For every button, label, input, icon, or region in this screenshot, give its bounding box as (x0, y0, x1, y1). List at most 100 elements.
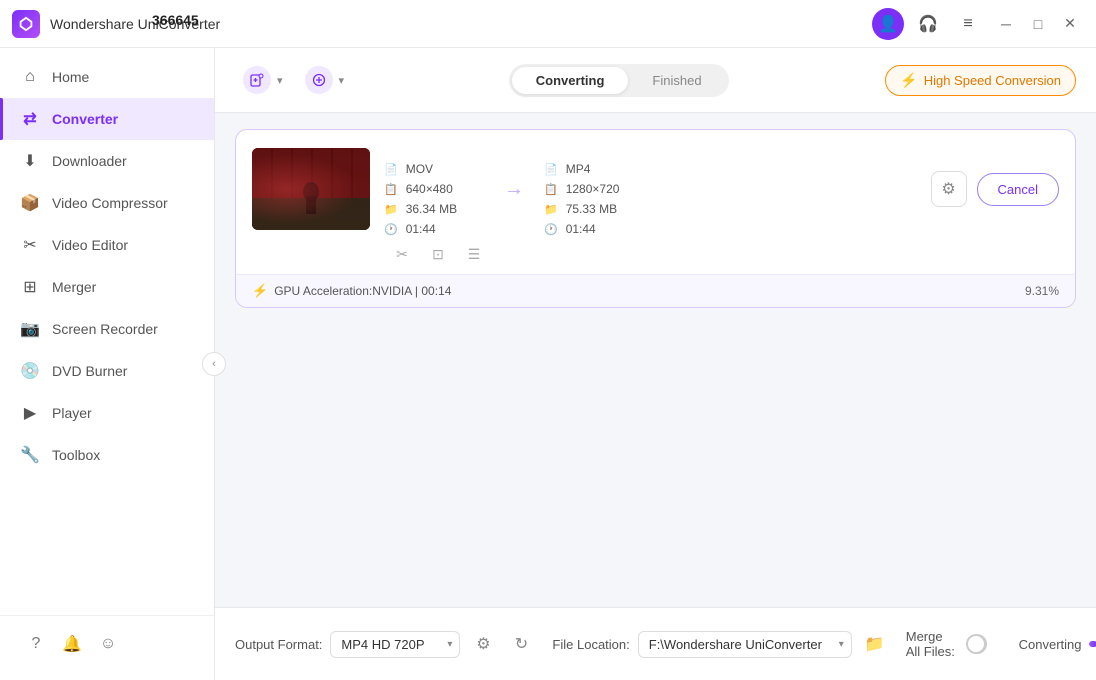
sidebar-item-video-compressor[interactable]: 📦Video Compressor (0, 182, 214, 224)
output-size-icon: 📁 (544, 203, 558, 216)
progress-bolt-icon: ⚡ (252, 283, 268, 299)
converting-status: Converting 6.36% 0/1 (1019, 637, 1096, 652)
cut-tool-button[interactable]: ✂ (388, 240, 416, 268)
add-batch-button[interactable]: ▾ (297, 60, 353, 100)
sidebar-item-downloader[interactable]: ⬇ Downloader (0, 140, 214, 182)
clock-icon: 🕐 (384, 223, 398, 236)
user-button[interactable]: 👤 (872, 8, 904, 40)
screen-recorder-icon: 📷 (20, 319, 40, 339)
sidebar-nav: ⌂ Home ⇄Converter ⬇ Downloader 📦Video Compres… (0, 56, 214, 476)
merge-toggle[interactable] (966, 634, 987, 654)
output-settings-button[interactable]: ⚙ (931, 171, 967, 207)
add-file-chevron: ▾ (277, 74, 283, 87)
player-label: Player (52, 405, 92, 421)
file-location-label: File Location: (552, 637, 629, 652)
input-format-icon: 📄 (384, 163, 398, 176)
output-format-field: Output Format: MP4 HD 720P ▾ ⚙ ↻ (235, 629, 536, 659)
video-editor-icon: ✂ (20, 235, 40, 255)
output-resolution-row: 📋 1280×720 (544, 182, 664, 196)
cancel-button[interactable]: Cancel (977, 173, 1059, 206)
output-format-label: MP4 (566, 162, 591, 176)
high-speed-label: High Speed Conversion (924, 73, 1061, 88)
downloader-icon: ⬇ (20, 151, 40, 171)
output-format-label: Output Format: (235, 637, 322, 652)
toolbar: ▾ ▾ Converting Finished (215, 48, 1096, 113)
input-format-label: MOV (406, 162, 433, 176)
tab-finished[interactable]: Finished (628, 67, 725, 94)
input-size-label: 36.34 MB (406, 202, 457, 216)
input-resolution-row: 📋 640×480 (384, 182, 484, 196)
file-row-main: 366645 📄 MOV 📋 640×480 (384, 142, 1059, 236)
sidebar-item-screen-recorder[interactable]: 📷 Screen Recorder (0, 308, 214, 350)
downloader-label: Downloader (52, 153, 127, 169)
merger-icon: ⊞ (20, 277, 40, 297)
file-card-progress: ⚡ GPU Acceleration:NVIDIA | 00:14 9.31% (236, 274, 1075, 307)
sidebar: ⌂ Home ⇄Converter ⬇ Downloader 📦Video Compres… (0, 48, 215, 680)
app-logo (12, 10, 40, 38)
help-button[interactable]: ? (20, 628, 52, 660)
output-resolution-label: 1280×720 (566, 182, 620, 196)
sidebar-item-merger[interactable]: ⊞ Merger (0, 266, 214, 308)
home-label: Home (52, 69, 89, 85)
dvd-burner-icon: 💿 (20, 361, 40, 381)
maximize-button[interactable]: □ (1024, 10, 1052, 38)
overall-progress-fill (1089, 641, 1096, 647)
progress-info: ⚡ GPU Acceleration:NVIDIA | 00:14 (252, 283, 451, 299)
video-compressor-label: Video Compressor (52, 195, 168, 211)
format-refresh-button[interactable]: ↻ (506, 629, 536, 659)
file-location-select-wrap: F:\Wondershare UniConverter ▾ (638, 631, 852, 658)
input-size-row: 📁 36.34 MB (384, 202, 484, 216)
app-body: ⌂ Home ⇄Converter ⬇ Downloader 📦Video Compres… (0, 48, 1096, 680)
menu-button[interactable]: ≡ (952, 8, 984, 40)
sidebar-item-dvd-burner[interactable]: 💿 DVD Burner (0, 350, 214, 392)
sidebar-item-player[interactable]: ▶ Player (0, 392, 214, 434)
file-card: 366645 📄 MOV 📋 640×480 (235, 129, 1076, 308)
dvd-burner-label: DVD Burner (52, 363, 127, 379)
sidebar-item-converter[interactable]: ⇄Converter (0, 98, 214, 140)
sidebar-item-home[interactable]: ⌂ Home (0, 56, 214, 98)
thumbnail-svg (252, 148, 370, 230)
output-format-icon: 📄 (544, 163, 558, 176)
toolbox-icon: 🔧 (20, 445, 40, 465)
home-icon: ⌂ (20, 67, 40, 87)
close-button[interactable]: ✕ (1056, 10, 1084, 38)
screen-recorder-label: Screen Recorder (52, 321, 158, 337)
sidebar-collapse-button[interactable]: ‹ (202, 352, 226, 376)
effects-tool-button[interactable]: ☰ (460, 240, 488, 268)
merger-label: Merger (52, 279, 96, 295)
add-file-button[interactable]: ▾ (235, 60, 291, 100)
titlebar-controls: 👤 🎧 ≡ (872, 8, 984, 40)
player-icon: ▶ (20, 403, 40, 423)
output-format-select[interactable]: MP4 HD 720P (330, 631, 460, 658)
toolbox-label: Toolbox (52, 447, 100, 463)
sidebar-item-toolbox[interactable]: 🔧 Toolbox (0, 434, 214, 476)
tab-converting[interactable]: Converting (512, 67, 629, 94)
file-card-top: 366645 📄 MOV 📋 640×480 (236, 130, 1075, 236)
converting-label: Converting (1019, 637, 1082, 652)
crop-tool-button[interactable]: ⊡ (424, 240, 452, 268)
bolt-icon: ⚡ (900, 72, 917, 89)
file-location-select[interactable]: F:\Wondershare UniConverter (638, 631, 852, 658)
sidebar-item-video-editor[interactable]: ✂ Video Editor (0, 224, 214, 266)
converter-label: Converter (52, 111, 118, 127)
headset-button[interactable]: 🎧 (912, 8, 944, 40)
minimize-button[interactable]: ─ (992, 10, 1020, 38)
size-icon: 📁 (384, 203, 398, 216)
content-area: ▾ ▾ Converting Finished (215, 48, 1096, 680)
progress-percentage: 9.31% (1025, 284, 1059, 298)
input-duration-label: 01:44 (406, 222, 436, 236)
input-format-row: 📄 MOV (384, 162, 484, 176)
notification-button[interactable]: 🔔 (56, 628, 88, 660)
input-meta: 📄 MOV 📋 640×480 📁 36.34 MB (384, 162, 484, 236)
gpu-label: GPU Acceleration:NVIDIA | 00:14 (274, 284, 451, 298)
file-card-tools: ✂ ⊡ ☰ (236, 236, 1075, 274)
format-settings-button[interactable]: ⚙ (468, 629, 498, 659)
browse-folder-button[interactable]: 📁 (860, 629, 890, 659)
video-editor-label: Video Editor (52, 237, 128, 253)
feedback-button[interactable]: ☺ (92, 628, 124, 660)
output-duration-label: 01:44 (566, 222, 596, 236)
input-resolution-label: 640×480 (406, 182, 453, 196)
high-speed-button[interactable]: ⚡ High Speed Conversion (885, 65, 1076, 96)
output-format-select-wrap: MP4 HD 720P ▾ (330, 631, 460, 658)
file-list: 366645 📄 MOV 📋 640×480 (215, 113, 1096, 607)
